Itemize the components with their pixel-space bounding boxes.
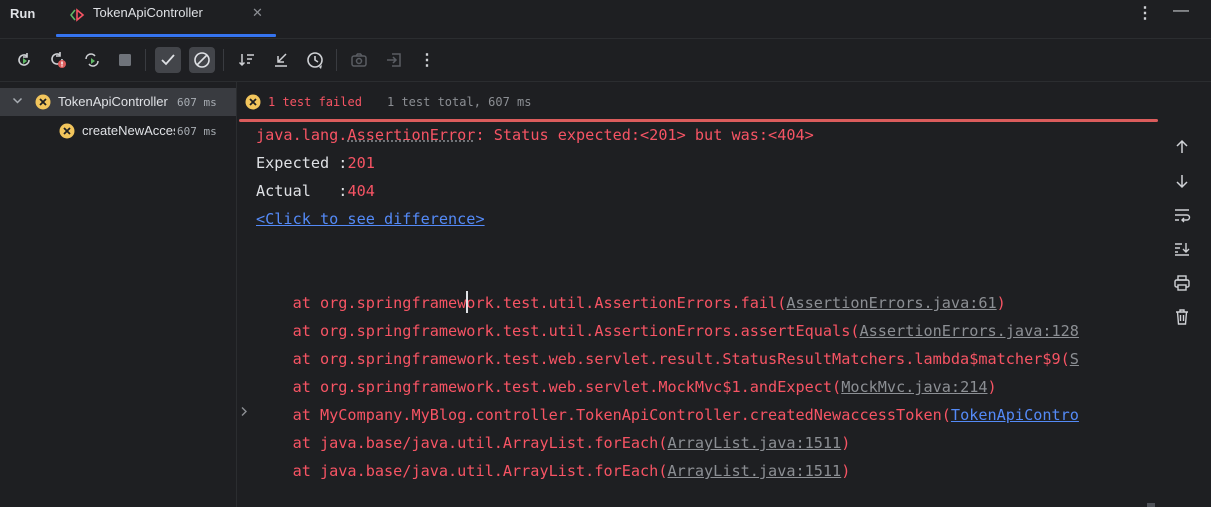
source-link[interactable]: ArrayList.java:1511 bbox=[667, 462, 841, 480]
source-link[interactable]: AssertionErrors.java:61 bbox=[786, 294, 996, 312]
minimize-icon[interactable]: — bbox=[1173, 2, 1189, 20]
test-failed-icon bbox=[35, 94, 51, 110]
actual-value: 404 bbox=[347, 182, 375, 200]
chevron-down-icon[interactable] bbox=[12, 95, 23, 109]
error-line: java.lang.AssertionError: Status expecte… bbox=[256, 125, 814, 145]
test-run-config-icon bbox=[69, 7, 86, 23]
show-ignored-icon[interactable] bbox=[189, 47, 215, 73]
stack-frame: at org.springframework.test.util.Asserti… bbox=[256, 293, 1006, 313]
source-link[interactable]: MockMvc.java:214 bbox=[841, 378, 987, 396]
run-panel-title: Run bbox=[10, 6, 36, 21]
collapse-icon[interactable] bbox=[268, 47, 294, 73]
stack-frame-end: ) bbox=[987, 378, 997, 396]
stack-frame: at java.base/java.util.ArrayList.forEach… bbox=[256, 433, 851, 453]
tree-item-label: TokenApiController bbox=[58, 94, 168, 109]
tree-item-label: createNewAccessToken bbox=[82, 123, 175, 138]
stack-frame: at org.springframework.test.web.servlet.… bbox=[256, 377, 997, 397]
stack-frame-text: at MyCompany.MyBlog.controller.TokenApiC… bbox=[256, 406, 951, 424]
error-package: java.lang. bbox=[256, 126, 348, 144]
stack-frame: at org.springframework.test.web.servlet.… bbox=[256, 349, 1079, 369]
stack-frame-text: at org.springframework.test.web.servlet.… bbox=[256, 350, 1070, 368]
stack-frame-text: at org.springframework.test.web.servlet.… bbox=[256, 378, 842, 396]
chevron-right-icon[interactable] bbox=[240, 405, 249, 420]
expected-label: Expected : bbox=[256, 154, 348, 172]
stack-frame: at org.springframework.test.util.Asserti… bbox=[256, 321, 1079, 341]
total-summary-text: 1 test total, 607 ms bbox=[387, 95, 532, 109]
see-difference-link[interactable]: <Click to see difference> bbox=[256, 209, 485, 229]
tree-item-duration: 607 ms bbox=[177, 96, 217, 109]
print-icon[interactable] bbox=[1170, 271, 1194, 295]
actual-label: Actual : bbox=[256, 182, 348, 200]
source-link[interactable]: AssertionErrors.java:128 bbox=[859, 322, 1078, 340]
rerun-icon[interactable] bbox=[11, 47, 37, 73]
soft-wrap-icon[interactable] bbox=[1170, 203, 1194, 227]
down-arrow-icon[interactable] bbox=[1170, 169, 1194, 193]
test-failed-icon bbox=[59, 123, 75, 139]
test-failed-icon bbox=[245, 94, 261, 113]
scrollbar-thumb[interactable] bbox=[1147, 503, 1155, 507]
stack-frame-end: ) bbox=[996, 294, 1006, 312]
scroll-to-end-icon[interactable] bbox=[1170, 237, 1194, 261]
toolbar-separator bbox=[145, 49, 146, 71]
stack-frame-end: ) bbox=[841, 462, 851, 480]
console-output[interactable]: java.lang.AssertionError: Status expecte… bbox=[237, 122, 1158, 507]
export-icon[interactable] bbox=[381, 47, 407, 73]
tab-label: TokenApiController bbox=[93, 5, 203, 20]
toolbar-separator bbox=[223, 49, 224, 71]
screenshot-icon[interactable] bbox=[346, 47, 372, 73]
test-toolbar: ⋮ bbox=[0, 39, 1211, 82]
text-caret bbox=[466, 291, 468, 313]
stack-frame: at java.base/java.util.ArrayList.forEach… bbox=[256, 461, 851, 481]
up-arrow-icon[interactable] bbox=[1170, 135, 1194, 159]
error-message: : Status expected:<201> but was:<404> bbox=[475, 126, 814, 144]
source-link[interactable]: S bbox=[1070, 350, 1079, 368]
sort-icon[interactable] bbox=[234, 47, 260, 73]
tree-item-test-class[interactable]: TokenApiController 607 ms bbox=[0, 88, 236, 116]
tree-item-duration: 607 ms bbox=[177, 125, 217, 138]
toggle-auto-test-icon[interactable] bbox=[79, 47, 105, 73]
stack-frame: at MyCompany.MyBlog.controller.TokenApiC… bbox=[256, 405, 1079, 425]
stack-frame-text: at org.springframework.test.util.Asserti… bbox=[256, 294, 787, 312]
toolbar-separator bbox=[336, 49, 337, 71]
expected-line: Expected :201 bbox=[256, 153, 375, 173]
test-status-bar: 1 test failed 1 test total, 607 ms bbox=[237, 89, 1158, 119]
history-icon[interactable] bbox=[302, 47, 328, 73]
test-results-tree: TokenApiController 607 ms createNewAcces… bbox=[0, 82, 237, 507]
tree-item-test-method[interactable]: createNewAccessToken 607 ms bbox=[0, 117, 236, 145]
failed-count-text: 1 test failed bbox=[268, 95, 362, 109]
expected-value: 201 bbox=[347, 154, 375, 172]
stack-frame-text: at java.base/java.util.ArrayList.forEach… bbox=[256, 462, 668, 480]
error-class[interactable]: AssertionError bbox=[347, 126, 475, 144]
more-icon[interactable]: ⋮ bbox=[414, 47, 440, 73]
stop-icon[interactable] bbox=[112, 47, 138, 73]
source-link[interactable]: TokenApiContro bbox=[951, 406, 1079, 424]
active-tab-indicator bbox=[56, 34, 276, 37]
rerun-failed-icon[interactable] bbox=[45, 47, 71, 73]
source-link[interactable]: ArrayList.java:1511 bbox=[667, 434, 841, 452]
stack-frame-text: at java.base/java.util.ArrayList.forEach… bbox=[256, 434, 668, 452]
more-options-icon[interactable]: ⋮ bbox=[1137, 3, 1153, 23]
stack-frame-text: at org.springframework.test.util.Asserti… bbox=[256, 322, 860, 340]
stack-frame-end: ) bbox=[841, 434, 851, 452]
close-tab-icon[interactable]: ✕ bbox=[252, 5, 263, 21]
actual-line: Actual :404 bbox=[256, 181, 375, 201]
show-passed-icon[interactable] bbox=[155, 47, 181, 73]
trash-icon[interactable] bbox=[1170, 305, 1194, 329]
tab-token-api-controller[interactable]: TokenApiController ✕ bbox=[56, 0, 276, 38]
